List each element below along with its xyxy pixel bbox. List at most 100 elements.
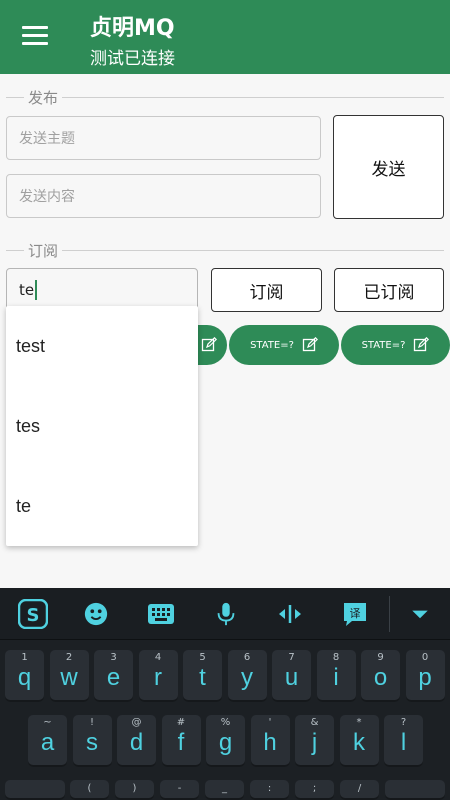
key-d[interactable]: @ d	[117, 715, 156, 767]
subscribed-button[interactable]: 已订阅	[334, 268, 444, 312]
key-symbol-row[interactable]: )	[115, 780, 154, 800]
key-g[interactable]: % g	[206, 715, 245, 767]
key-symbol-row[interactable]: :	[250, 780, 289, 800]
sogou-logo-icon[interactable]: S	[18, 599, 48, 629]
key-t[interactable]: 5t	[183, 650, 222, 702]
key-a[interactable]: ~ a	[28, 715, 67, 767]
send-button[interactable]: 发送	[333, 115, 444, 219]
key-symbol: 5	[199, 652, 206, 663]
key-symbol: ?	[400, 717, 407, 728]
key-symbol: 0	[421, 652, 429, 663]
keyboard-layout-icon[interactable]	[147, 600, 175, 628]
subscription-chip[interactable]: STATE=?	[229, 325, 339, 365]
topic-input[interactable]: 发送主题	[6, 116, 321, 160]
key-letter: q	[17, 664, 32, 691]
autocomplete-item[interactable]: test	[6, 306, 198, 386]
collapse-keyboard-icon[interactable]	[406, 600, 434, 628]
autocomplete-item[interactable]: te	[6, 466, 198, 546]
app-title: 贞明MQ	[90, 16, 175, 41]
key-symbol-row[interactable]: -	[160, 780, 199, 800]
key-j[interactable]: & j	[295, 715, 334, 767]
key-e[interactable]: 3e	[94, 650, 133, 702]
key-letter: o	[373, 664, 388, 691]
autocomplete-item[interactable]: tes	[6, 386, 198, 466]
key-u[interactable]: 7u	[272, 650, 311, 702]
key-symbol-row[interactable]: ;	[295, 780, 334, 800]
key-q[interactable]: 1q	[5, 650, 44, 702]
translate-icon[interactable]: 译	[340, 599, 370, 629]
key-f[interactable]: # f	[161, 715, 201, 767]
key-symbol: 7	[288, 652, 295, 663]
content-input[interactable]: 发送内容	[6, 174, 321, 218]
publish-section-label: 发布	[24, 87, 63, 108]
key-symbol: 1	[21, 652, 28, 663]
key-letter: i	[333, 664, 339, 691]
key-symbol: 9	[377, 652, 384, 663]
chip-label: STATE=?	[361, 339, 406, 351]
key-letter: h	[263, 729, 277, 756]
key-symbol: 2	[65, 652, 73, 663]
key-i[interactable]: 8i	[316, 650, 356, 702]
key-letter: y	[241, 664, 253, 691]
key-y[interactable]: 6y	[227, 650, 267, 702]
svg-text:译: 译	[350, 607, 361, 620]
key-o[interactable]: 9o	[361, 650, 400, 702]
delete-key[interactable]	[385, 780, 445, 800]
key-symbol: )	[132, 783, 137, 794]
key-symbol: /	[357, 783, 362, 794]
edit-icon[interactable]	[413, 337, 430, 353]
key-r[interactable]: 4r	[138, 650, 178, 702]
key-letter: p	[418, 664, 432, 691]
key-symbol-row[interactable]: /	[340, 780, 379, 800]
key-k[interactable]: * k	[339, 715, 379, 767]
edit-icon[interactable]	[302, 337, 318, 353]
key-letter: u	[284, 664, 299, 691]
soft-keyboard: S 译 1 q 2 w 3 e 4 r 5 t 6 y 7 u 8 i 9 o 0 p ~ a! s @ d # f% g ' h & j * k…	[0, 588, 450, 800]
key-symbol: _	[222, 783, 227, 794]
key-symbol: 6	[243, 652, 251, 663]
svg-text:S: S	[27, 605, 40, 626]
emoji-icon[interactable]	[82, 600, 110, 628]
key-symbol: 4	[154, 652, 162, 663]
key-symbol: -	[177, 783, 182, 794]
key-letter: e	[106, 664, 121, 691]
key-l[interactable]: ? l	[384, 715, 423, 767]
key-letter: r	[154, 664, 162, 691]
toolbar-separator	[389, 596, 390, 632]
menu-icon[interactable]	[22, 26, 48, 46]
key-symbol: #	[176, 717, 186, 728]
key-symbol: @	[131, 717, 142, 728]
key-symbol: %	[220, 717, 231, 728]
key-symbol: 3	[110, 652, 117, 663]
subscribe-section-header: 订阅	[6, 240, 444, 261]
key-symbol: :	[267, 783, 272, 794]
key-letter: g	[218, 729, 233, 756]
keyboard-toolbar: S 译	[0, 588, 450, 640]
cursor-move-icon[interactable]	[276, 600, 304, 628]
key-s[interactable]: ! s	[72, 715, 112, 767]
key-symbol: 8	[332, 652, 340, 663]
key-symbol: *	[356, 717, 362, 728]
subscribe-input-text: te	[19, 281, 35, 299]
key-symbol: !	[89, 717, 94, 728]
key-letter: f	[177, 729, 185, 756]
key-symbol: &	[310, 717, 319, 728]
subscription-chip[interactable]: STATE=?	[341, 325, 450, 365]
chip-label: STATE=?	[250, 339, 294, 351]
connection-status: 测试已连接	[90, 49, 175, 69]
key-letter: l	[400, 729, 407, 756]
key-letter: s	[86, 729, 98, 756]
app-bar: 贞明MQ 测试已连接	[0, 0, 450, 74]
key-symbol-row[interactable]: (	[70, 780, 109, 800]
key-p[interactable]: 0p	[405, 650, 445, 702]
key-symbol: ~	[43, 717, 52, 728]
key-letter: w	[60, 664, 78, 691]
key-h[interactable]: ' h	[250, 715, 290, 767]
shift-key[interactable]	[5, 780, 65, 800]
edit-icon[interactable]	[201, 337, 217, 353]
text-cursor	[35, 280, 38, 300]
key-w[interactable]: 2w	[49, 650, 89, 702]
microphone-icon[interactable]	[212, 600, 240, 628]
key-symbol-row[interactable]: _	[205, 780, 244, 800]
subscribe-button[interactable]: 订阅	[211, 268, 322, 312]
